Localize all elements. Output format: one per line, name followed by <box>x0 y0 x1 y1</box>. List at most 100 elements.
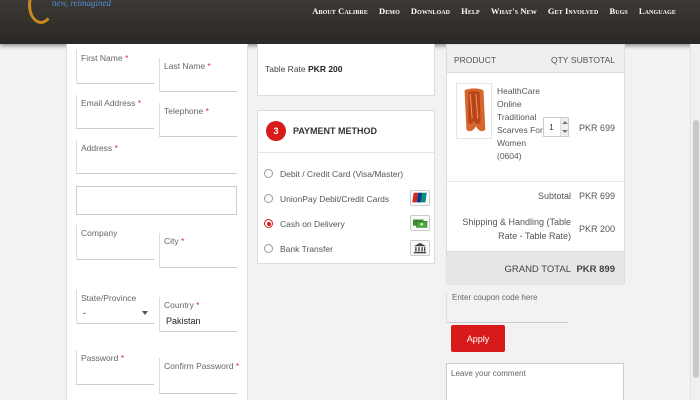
quantity-stepper[interactable]: 1 <box>543 117 569 137</box>
shipping-method-panel: Table Rate PKR 200 <box>257 44 435 96</box>
payment-option-bank-transfer[interactable]: Bank Transfer <box>264 240 430 259</box>
confirm-password-label: Confirm Password * <box>164 361 239 371</box>
nav-help[interactable]: Help <box>461 6 480 16</box>
top-nav-bar: new, reimagined About Calibre Demo Downl… <box>0 0 700 44</box>
payment-option-label: Cash on Delivery <box>280 219 345 229</box>
product-name[interactable]: HealthCare Online Traditional Scarves Fo… <box>497 85 543 163</box>
nav-demo[interactable]: Demo <box>379 6 400 16</box>
state-province-value: - <box>83 308 86 318</box>
product-name-line: Scarves For <box>497 125 543 135</box>
increment-arrow-icon[interactable] <box>562 121 568 124</box>
page-scrollbar[interactable] <box>690 44 700 400</box>
city-label: City * <box>164 236 184 246</box>
payment-option-label: Debit / Credit Card (Visa/Master) <box>280 169 404 179</box>
email-label: Email Address * <box>81 98 141 108</box>
bank-icon <box>410 240 430 256</box>
divider <box>447 181 624 182</box>
subtotal-label: Subtotal <box>537 191 571 201</box>
shipping-handling-value: PKR 200 <box>578 224 615 234</box>
product-name-line: Women <box>497 138 527 148</box>
col-qty: QTY <box>551 55 569 65</box>
quantity-stepper-buttons <box>560 118 568 136</box>
nav-whats-new[interactable]: What's New <box>491 6 537 16</box>
nav-get-involved[interactable]: Get Involved <box>548 6 599 16</box>
last-name-label-text: Last Name <box>164 61 206 71</box>
telephone-label: Telephone * <box>164 106 209 116</box>
required-mark: * <box>207 61 211 71</box>
last-name-label: Last Name * <box>164 61 211 71</box>
product-name-line: HealthCare <box>497 86 540 96</box>
state-province-label: State/Province <box>81 293 137 303</box>
shipping-rate-label: Table Rate <box>265 64 306 74</box>
email-label-text: Email Address <box>81 98 136 108</box>
nav-bugs[interactable]: Bugs <box>609 6 627 16</box>
grand-total-row: GRAND TOTAL PKR 899 <box>447 251 624 285</box>
chevron-down-icon <box>142 311 148 315</box>
grand-total-label: GRAND TOTAL <box>504 264 571 275</box>
nav-download[interactable]: Download <box>411 6 450 16</box>
state-province-select[interactable]: State/Province - <box>76 290 154 324</box>
billing-form: First Name * Last Name * Email Address *… <box>66 44 248 400</box>
required-mark: * <box>205 106 209 116</box>
required-mark: * <box>235 361 240 371</box>
last-name-field[interactable]: Last Name * <box>159 58 237 92</box>
country-value: Pakistan <box>166 316 201 326</box>
address-field[interactable]: Address * <box>76 140 237 174</box>
password-label-text: Password <box>81 353 119 363</box>
unionpay-icon <box>410 190 430 206</box>
company-field[interactable]: Company <box>76 225 154 260</box>
required-mark: * <box>137 98 142 108</box>
item-subtotal: PKR 699 <box>578 123 615 133</box>
radio-button-selected[interactable] <box>264 219 273 228</box>
payment-option-unionpay[interactable]: UnionPay Debit/Credit Cards <box>264 190 430 209</box>
scarf-image <box>457 84 491 138</box>
shipping-handling-label-line: Rate - Table Rate) <box>498 231 571 241</box>
calibre-logo-icon[interactable] <box>28 0 54 24</box>
country-label: Country * <box>164 300 199 310</box>
scrollbar-thumb[interactable] <box>693 120 699 378</box>
city-field[interactable]: City * <box>159 233 237 268</box>
radio-button[interactable] <box>264 169 273 178</box>
shipping-handling-label-line: Shipping & Handling (Table <box>462 217 571 227</box>
country-select[interactable]: Country * Pakistan <box>159 297 237 332</box>
country-label-text: Country <box>164 300 194 310</box>
address-label-text: Address <box>81 143 113 153</box>
required-mark: * <box>181 236 185 246</box>
required-mark: * <box>196 300 200 310</box>
required-mark: * <box>124 53 129 63</box>
cash-icon <box>410 215 430 231</box>
address-label: Address * <box>81 143 118 153</box>
main-nav: About Calibre Demo Download Help What's … <box>312 6 676 16</box>
password-label: Password * <box>81 353 124 363</box>
coupon-input[interactable]: Enter coupon code here <box>446 293 568 323</box>
radio-button[interactable] <box>264 244 273 253</box>
payment-method-panel: 3 PAYMENT METHOD Debit / Credit Card (Vi… <box>257 110 435 264</box>
first-name-label-text: First Name <box>81 53 123 63</box>
product-name-line: Traditional <box>497 112 537 122</box>
col-product: PRODUCT <box>454 55 497 65</box>
confirm-password-label-text: Confirm Password <box>164 361 234 371</box>
required-mark: * <box>114 143 118 153</box>
first-name-field[interactable]: First Name * <box>76 50 154 84</box>
payment-option-label: UnionPay Debit/Credit Cards <box>280 194 390 204</box>
shipping-rate-price: PKR 200 <box>308 64 343 74</box>
password-field[interactable]: Password * <box>76 350 154 385</box>
payment-option-card[interactable]: Debit / Credit Card (Visa/Master) <box>264 166 430 184</box>
payment-option-cash-on-delivery[interactable]: Cash on Delivery <box>264 215 430 234</box>
radio-button[interactable] <box>264 194 273 203</box>
product-thumbnail[interactable] <box>456 83 492 139</box>
logo-tagline: new, reimagined <box>52 0 111 8</box>
product-name-line: (0604) <box>497 151 522 161</box>
telephone-label-text: Telephone <box>164 106 204 116</box>
email-field[interactable]: Email Address * <box>76 95 154 129</box>
confirm-password-field[interactable]: Confirm Password * <box>159 358 239 394</box>
decrement-arrow-icon[interactable] <box>562 130 568 133</box>
company-label: Company <box>81 228 118 238</box>
apply-coupon-button[interactable]: Apply <box>451 325 505 352</box>
nav-language[interactable]: Language <box>639 6 676 16</box>
coupon-placeholder: Enter coupon code here <box>452 293 538 302</box>
comment-textarea[interactable]: Leave your comment <box>446 363 624 400</box>
telephone-field[interactable]: Telephone * <box>159 103 237 137</box>
address-line-2-field[interactable] <box>76 186 237 215</box>
nav-about-calibre[interactable]: About Calibre <box>312 6 368 16</box>
